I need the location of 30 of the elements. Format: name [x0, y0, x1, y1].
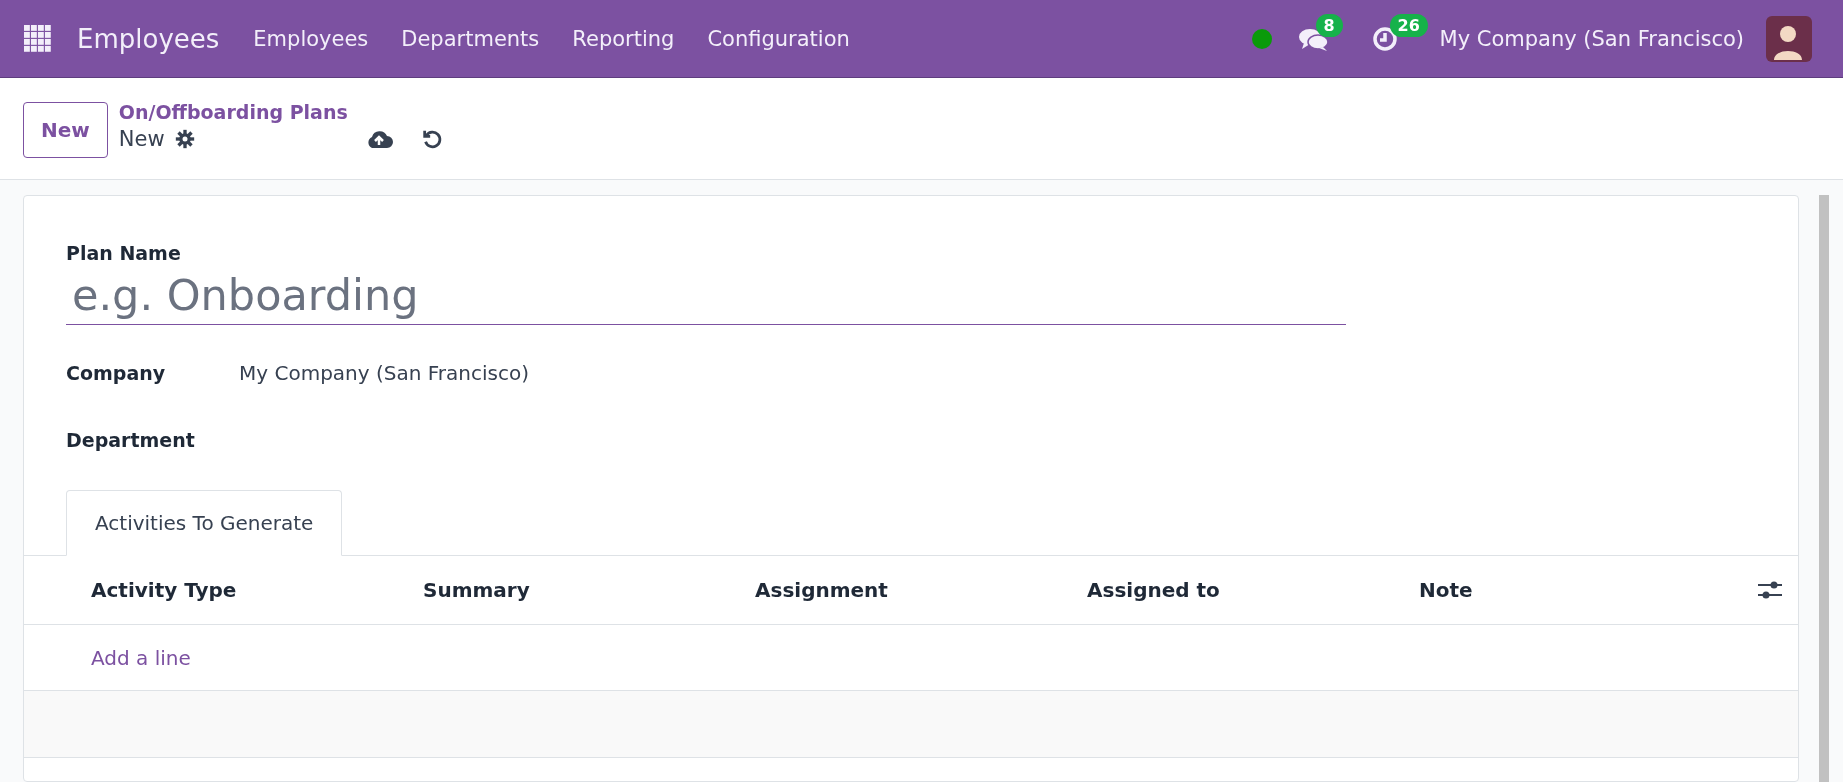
scrollbar[interactable] [1819, 195, 1829, 782]
menu-item[interactable]: Reporting [572, 26, 675, 51]
app-name[interactable]: Employees [77, 23, 220, 54]
menu-item[interactable]: Employees [253, 26, 369, 51]
app-grid-icon[interactable] [24, 25, 51, 52]
column-header[interactable]: Summary [423, 578, 755, 602]
clock-icon[interactable] [1371, 25, 1398, 52]
column-header[interactable]: Activity Type [91, 578, 423, 602]
breadcrumb-link[interactable]: On/Offboarding Plans [118, 101, 443, 123]
field-label: Company [66, 361, 167, 384]
notebook-tab[interactable]: Activities To Generate [66, 490, 343, 556]
new-button[interactable]: New [23, 102, 108, 158]
user-avatar[interactable] [1766, 15, 1812, 62]
column-header[interactable]: Assigned to [1087, 578, 1419, 602]
record-title: New [118, 127, 165, 151]
column-settings-icon[interactable] [1758, 580, 1782, 600]
field-label: Department [66, 428, 196, 451]
column-header[interactable]: Note [1419, 578, 1751, 602]
field-label: Plan Name [66, 242, 182, 264]
menu-item[interactable]: Departments [401, 26, 540, 51]
company-switcher[interactable]: My Company (San Francisco) [1439, 26, 1744, 51]
status-dot-icon [1251, 28, 1272, 49]
message-count-badge: 8 [1315, 13, 1343, 37]
discard-icon[interactable] [420, 128, 443, 150]
settings-icon[interactable] [174, 129, 195, 149]
field-value[interactable]: My Company (San Francisco) [239, 360, 529, 385]
add-line-link[interactable]: Add a line [91, 645, 191, 670]
menu-item[interactable]: Configuration [707, 26, 850, 51]
activity-count-badge: 26 [1389, 13, 1428, 37]
column-header[interactable]: Assignment [755, 578, 1087, 602]
